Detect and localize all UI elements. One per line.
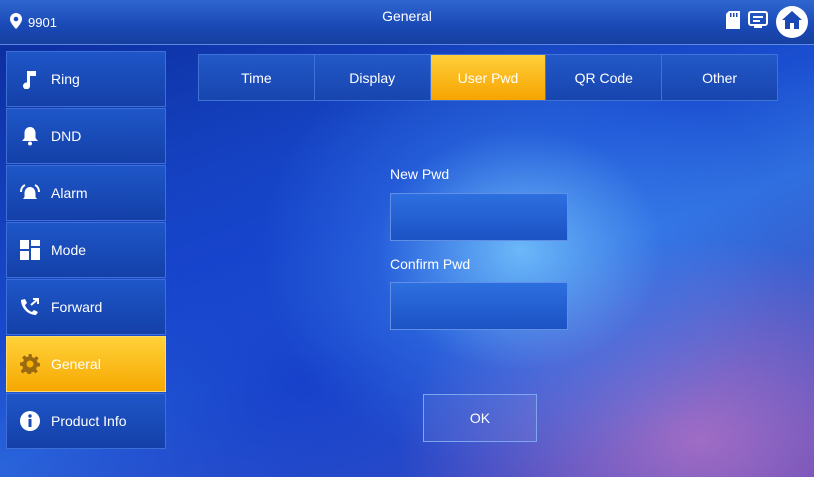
confirm-pwd-field[interactable] (390, 282, 568, 330)
sidebar-item-label: Mode (51, 242, 87, 258)
sidebar-item-mode[interactable]: Mode (6, 222, 166, 278)
new-pwd-label: New Pwd (390, 166, 450, 182)
sidebar-item-forward[interactable]: Forward (6, 279, 166, 335)
tab-time[interactable]: Time (199, 55, 315, 100)
tab-user-pwd[interactable]: User Pwd (430, 55, 547, 100)
sidebar-item-label: Alarm (51, 185, 88, 201)
top-bar: 9901 General (0, 0, 814, 45)
sidebar-item-alarm[interactable]: Alarm (6, 165, 166, 221)
message-icon[interactable] (748, 10, 768, 34)
tab-qr-code[interactable]: QR Code (546, 55, 663, 100)
tab-bar: Time Display User Pwd QR Code Other (198, 54, 778, 101)
sidebar-item-product-info[interactable]: Product Info (6, 393, 166, 449)
sidebar-item-general[interactable]: General (6, 336, 166, 392)
sidebar-item-label: Forward (51, 299, 103, 315)
music-note-icon (19, 68, 41, 90)
info-icon (19, 410, 41, 432)
grid-icon (19, 239, 41, 261)
new-pwd-field[interactable] (390, 193, 568, 241)
sidebar-item-label: General (51, 356, 101, 372)
sidebar-item-label: DND (51, 128, 82, 144)
alarm-icon (19, 182, 41, 204)
home-button[interactable] (776, 6, 808, 38)
ok-button[interactable]: OK (423, 394, 537, 442)
phone-forward-icon (19, 296, 41, 318)
page-title: General (382, 8, 432, 24)
sd-card-icon (726, 10, 740, 34)
gear-icon (19, 353, 41, 375)
confirm-pwd-label: Confirm Pwd (390, 256, 471, 272)
tab-other[interactable]: Other (662, 55, 777, 100)
sidebar-item-label: Ring (51, 71, 80, 87)
sidebar-item-dnd[interactable]: DND (6, 108, 166, 164)
status-icons (726, 6, 808, 38)
sidebar-item-ring[interactable]: Ring (6, 51, 166, 107)
home-icon (781, 10, 803, 35)
sidebar-item-label: Product Info (51, 413, 127, 429)
tab-display[interactable]: Display (314, 55, 431, 100)
bell-icon (19, 125, 41, 147)
